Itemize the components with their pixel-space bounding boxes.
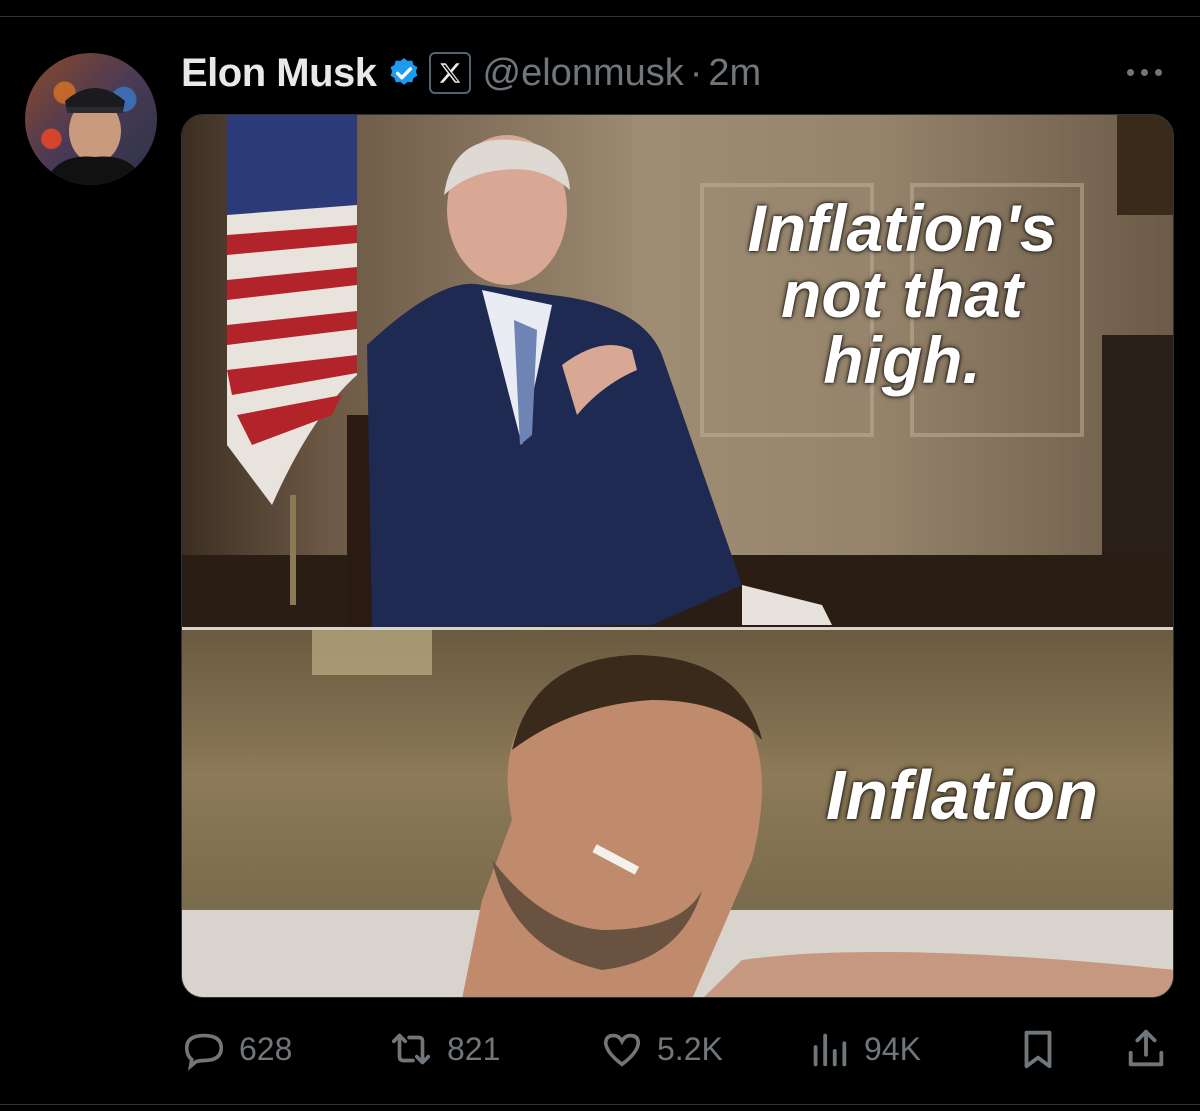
timestamp[interactable]: 2m: [708, 52, 761, 95]
meme-top-panel: Inflation's not that high.: [182, 115, 1173, 628]
views-button[interactable]: 94K: [806, 1025, 921, 1073]
meme-bottom-panel: Inflation: [182, 630, 1173, 997]
separator-dot: ·: [689, 51, 703, 94]
x-affiliate-icon[interactable]: [428, 52, 471, 94]
reply-count: 628: [239, 1030, 293, 1067]
share-button[interactable]: [1123, 1025, 1181, 1073]
meme-bottom-caption: Inflation: [825, 756, 1099, 834]
like-icon: [603, 1033, 641, 1067]
views-icon: [813, 1033, 847, 1067]
repost-icon: [391, 1033, 431, 1065]
like-button[interactable]: 5.2K: [599, 1025, 723, 1073]
bookmark-icon: [1024, 1030, 1052, 1069]
tweet-media-image[interactable]: Inflation's not that high. Inflation: [181, 114, 1174, 998]
tweet-header: Elon Musk @elonmusk · 2m: [181, 48, 761, 98]
bottom-divider: [0, 1104, 1200, 1105]
reply-button[interactable]: 628: [181, 1025, 292, 1073]
avatar[interactable]: [25, 53, 157, 185]
share-icon: [1128, 1029, 1164, 1067]
like-count: 5.2K: [657, 1030, 723, 1067]
repost-count: 821: [447, 1030, 501, 1067]
bookmark-button[interactable]: [1015, 1025, 1073, 1073]
tweet-actions: 628 821 5.2K 94K: [181, 1025, 1171, 1073]
verified-icon: [390, 58, 417, 85]
author-handle[interactable]: @elonmusk: [483, 52, 684, 95]
top-divider: [0, 16, 1200, 17]
meme-top-caption: Inflation's not that high.: [747, 191, 1057, 397]
reply-icon: [184, 1033, 224, 1071]
author-name[interactable]: Elon Musk: [181, 51, 377, 96]
views-count: 94K: [864, 1030, 921, 1067]
repost-button[interactable]: 821: [387, 1025, 500, 1073]
more-icon[interactable]: [1127, 60, 1171, 84]
